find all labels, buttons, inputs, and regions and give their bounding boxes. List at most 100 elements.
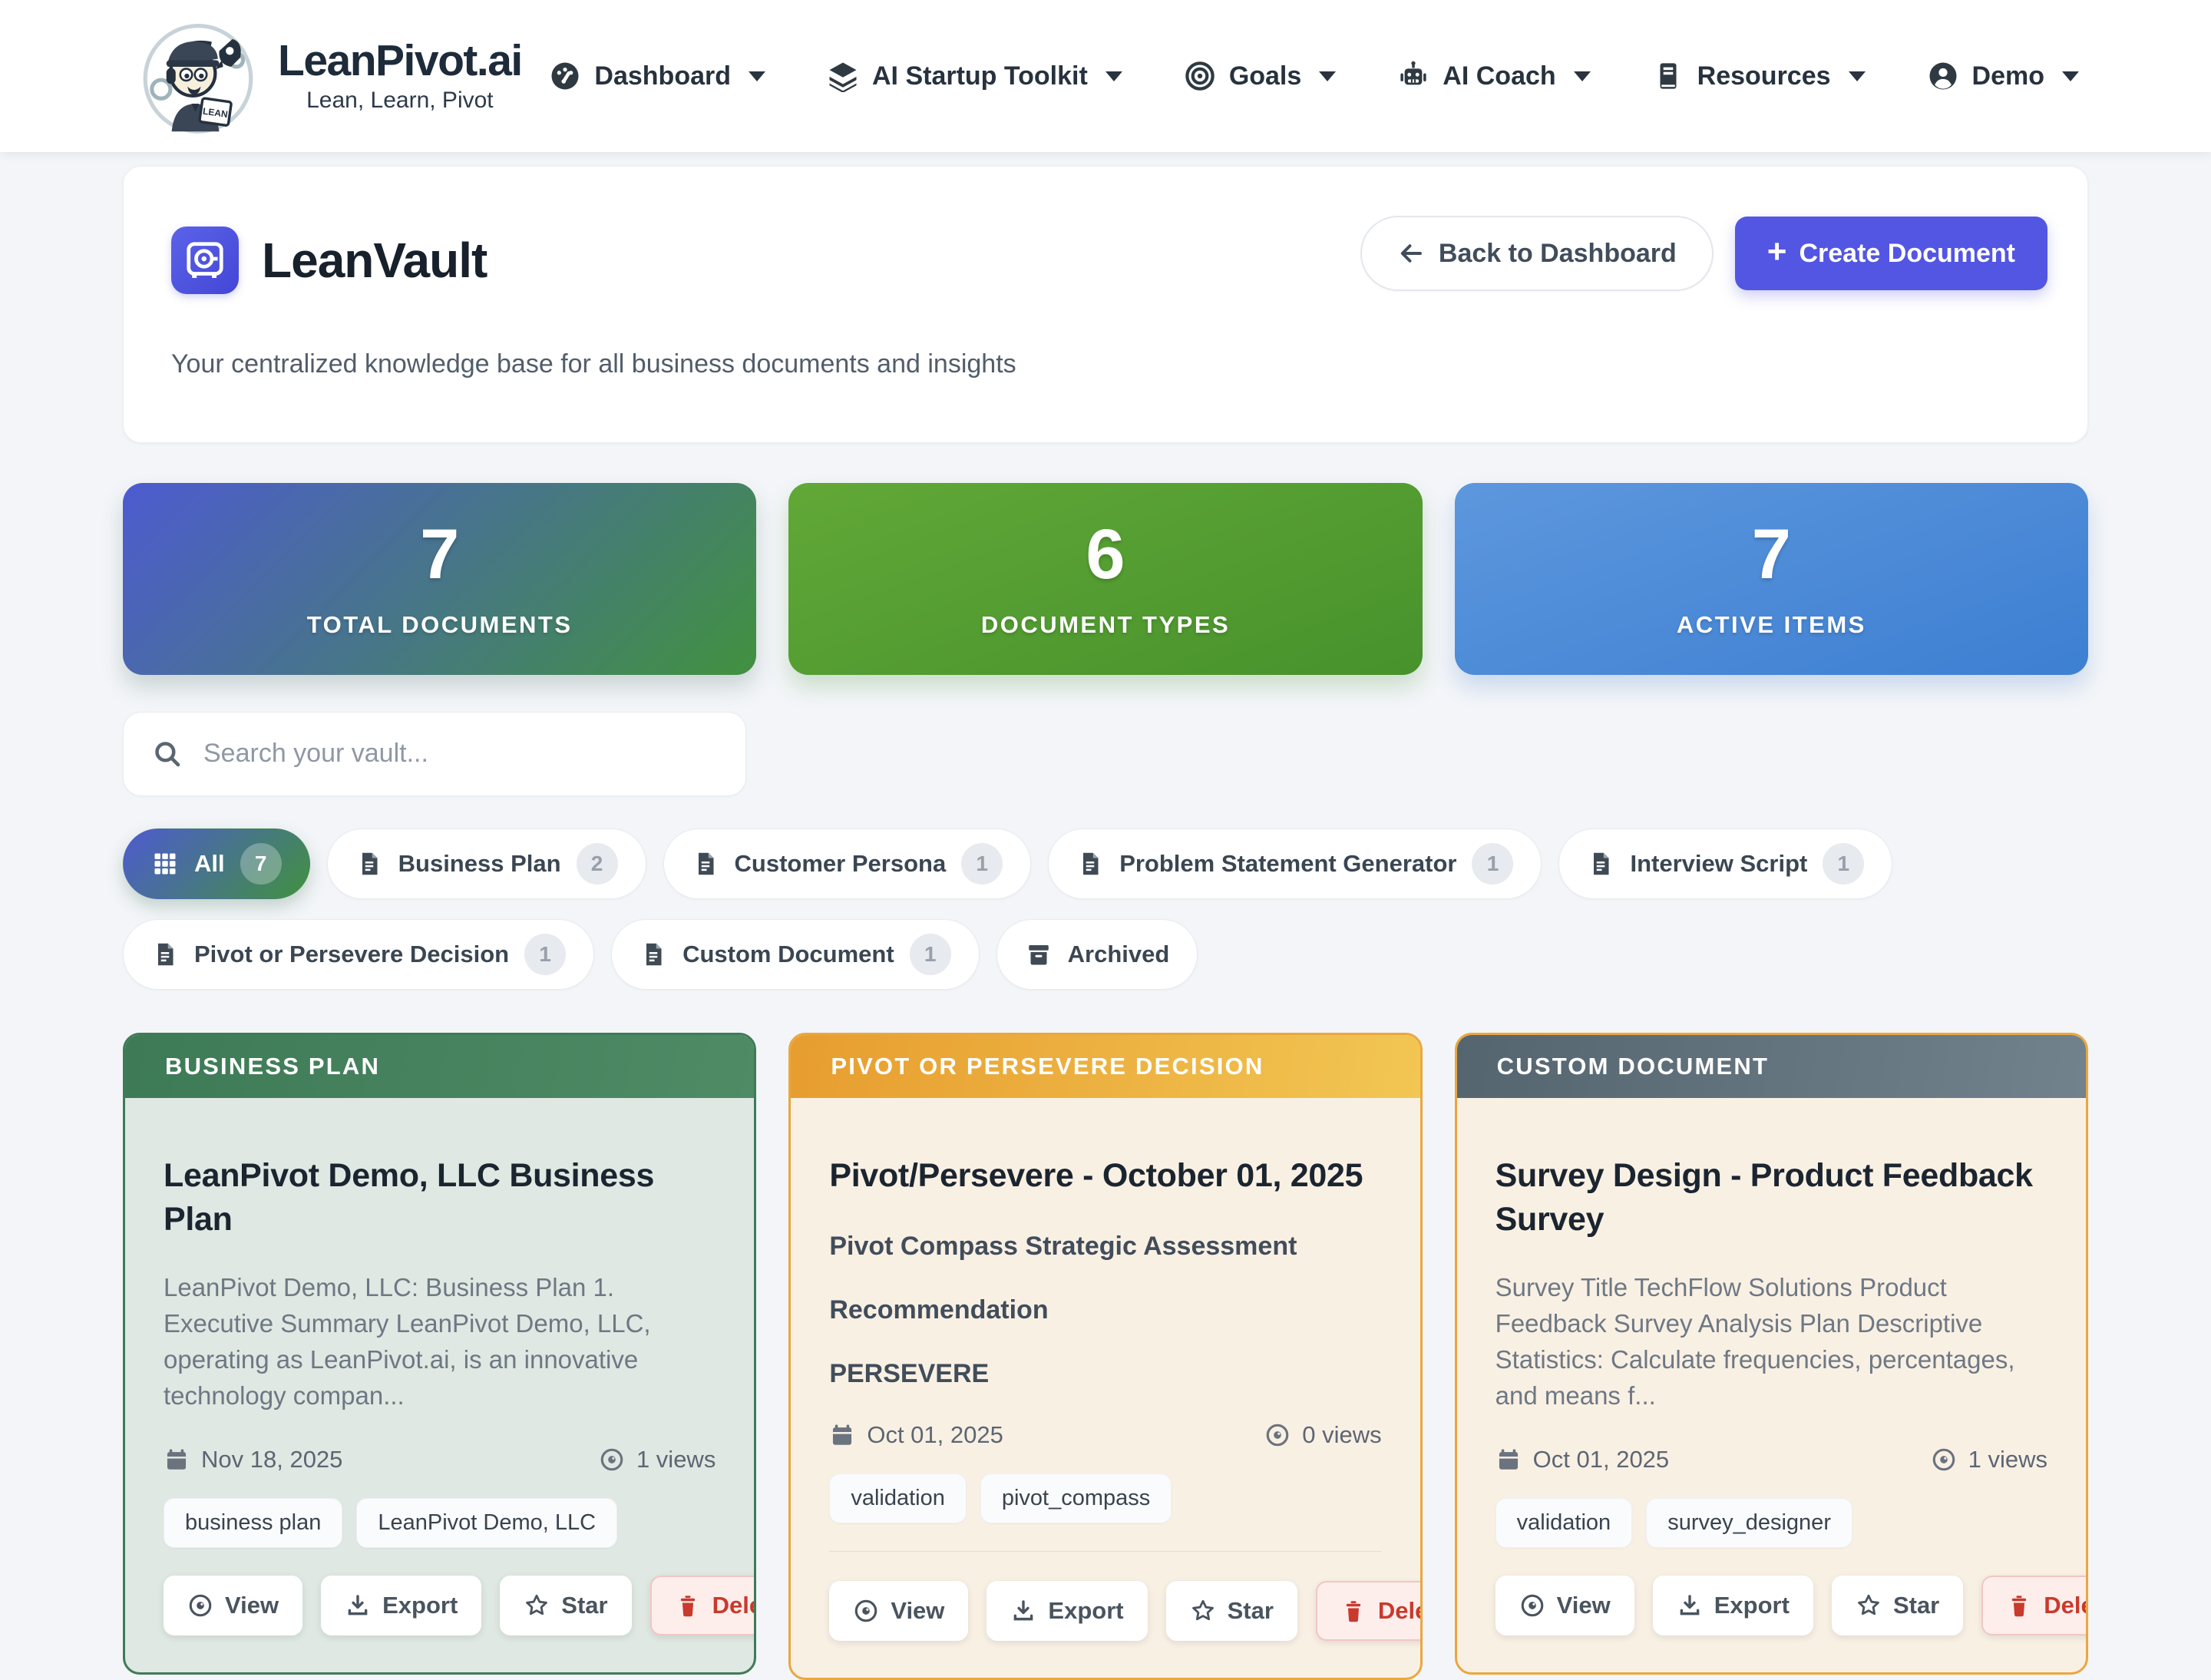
eye-icon xyxy=(599,1447,625,1473)
page-header-actions: Back to Dashboard + Create Document xyxy=(1360,216,2047,291)
filter-count-badge: 1 xyxy=(1823,843,1864,885)
tag: pivot_compass xyxy=(980,1473,1172,1523)
stat-card-total-documents: 7 TOTAL DOCUMENTS xyxy=(123,483,756,675)
stat-card-active-items: 7 ACTIVE ITEMS xyxy=(1455,483,2088,675)
trash-icon xyxy=(2006,1592,2032,1619)
nav-item-dashboard[interactable]: Dashboard xyxy=(549,60,765,92)
back-to-dashboard-button[interactable]: Back to Dashboard xyxy=(1360,216,1714,291)
filter-count-badge: 1 xyxy=(524,934,566,975)
filter-all[interactable]: All 7 xyxy=(123,828,310,899)
nav-menu: Dashboard AI Startup Toolkit Goals xyxy=(549,60,2079,92)
document-icon xyxy=(1076,850,1104,878)
card-type-header: PIVOT OR PERSEVERE DECISION xyxy=(791,1035,1419,1098)
stat-value: 6 xyxy=(1086,519,1125,590)
chevron-down-icon xyxy=(749,71,765,81)
star-icon xyxy=(524,1592,550,1619)
filter-interview-script[interactable]: Interview Script 1 xyxy=(1558,828,1892,899)
layers-icon xyxy=(827,60,859,92)
eye-icon xyxy=(1931,1447,1957,1473)
nav-item-toolkit[interactable]: AI Startup Toolkit xyxy=(827,60,1122,92)
filter-pivot-or-persevere[interactable]: Pivot or Persevere Decision 1 xyxy=(123,919,594,990)
document-card-survey-design: CUSTOM DOCUMENT Survey Design - Product … xyxy=(1455,1033,2088,1675)
stat-value: 7 xyxy=(420,519,459,590)
page-header-card: LeanVault Your centralized knowledge bas… xyxy=(123,166,2088,443)
document-summary-lines: Pivot Compass Strategic Assessment Recom… xyxy=(829,1232,1381,1389)
tag: business plan xyxy=(164,1498,342,1548)
star-button[interactable]: Star xyxy=(500,1576,631,1635)
export-button[interactable]: Export xyxy=(1653,1576,1813,1635)
create-document-button[interactable]: + Create Document xyxy=(1735,217,2047,290)
filter-count-badge: 7 xyxy=(240,843,282,885)
document-tags: validation survey_designer xyxy=(1495,1498,2047,1548)
delete-button[interactable]: Delete xyxy=(1981,1576,2088,1635)
nav-item-user[interactable]: Demo xyxy=(1927,60,2079,92)
tag: validation xyxy=(829,1473,967,1523)
export-button[interactable]: Export xyxy=(321,1576,481,1635)
document-actions: View Export Star xyxy=(164,1576,716,1635)
document-tags: business plan LeanPivot Demo, LLC xyxy=(164,1498,716,1548)
document-tags: validation pivot_compass xyxy=(829,1473,1381,1523)
card-type-header: BUSINESS PLAN xyxy=(125,1035,754,1098)
robot-icon xyxy=(1397,60,1429,92)
document-title: LeanPivot Demo, LLC Business Plan xyxy=(164,1154,716,1242)
filter-business-plan[interactable]: Business Plan 2 xyxy=(327,828,646,899)
document-title: Pivot/Persevere - October 01, 2025 xyxy=(829,1154,1381,1198)
filter-customer-persona[interactable]: Customer Persona 1 xyxy=(663,828,1032,899)
filter-custom-document[interactable]: Custom Document 1 xyxy=(611,919,980,990)
user-icon xyxy=(1927,60,1959,92)
summary-line: PERSEVERE xyxy=(829,1359,1381,1389)
document-description: LeanPivot Demo, LLC: Business Plan 1. Ex… xyxy=(164,1269,716,1414)
vault-icon xyxy=(171,227,239,294)
view-button[interactable]: View xyxy=(829,1581,968,1641)
top-nav: LEAN LeanPivot.ai Lean, Learn, Pivot Das… xyxy=(0,0,2211,152)
search-bar[interactable] xyxy=(123,712,746,796)
filter-pills: All 7 Business Plan 2 Customer Persona 1 xyxy=(123,828,2088,990)
chevron-down-icon xyxy=(1319,71,1336,81)
gauge-icon xyxy=(549,60,581,92)
chevron-down-icon xyxy=(1574,71,1591,81)
document-card-business-plan: BUSINESS PLAN LeanPivot Demo, LLC Busine… xyxy=(123,1033,756,1675)
tag: validation xyxy=(1495,1498,1633,1548)
document-date: Oct 01, 2025 xyxy=(829,1421,1003,1449)
chevron-down-icon xyxy=(1106,71,1122,81)
filter-archived[interactable]: Archived xyxy=(996,919,1198,990)
chevron-down-icon xyxy=(2062,71,2079,81)
nav-label-toolkit: AI Startup Toolkit xyxy=(872,61,1088,91)
nav-label-ai-coach: AI Coach xyxy=(1443,61,1555,91)
tag: LeanPivot Demo, LLC xyxy=(356,1498,617,1548)
stat-card-document-types: 6 DOCUMENT TYPES xyxy=(788,483,1422,675)
download-icon xyxy=(345,1592,371,1619)
nav-label-dashboard: Dashboard xyxy=(594,61,731,91)
document-icon xyxy=(355,850,383,878)
nav-item-goals[interactable]: Goals xyxy=(1184,60,1336,92)
search-input[interactable] xyxy=(202,738,718,769)
nav-item-resources[interactable]: Resources xyxy=(1652,60,1866,92)
nav-item-ai-coach[interactable]: AI Coach xyxy=(1397,60,1590,92)
document-date: Oct 01, 2025 xyxy=(1495,1446,1670,1473)
back-arrow-icon xyxy=(1397,240,1425,267)
filter-count-badge: 1 xyxy=(1472,843,1513,885)
document-cards-grid: BUSINESS PLAN LeanPivot Demo, LLC Busine… xyxy=(123,1033,2088,1680)
brand-logo[interactable]: LEAN LeanPivot.ai Lean, Learn, Pivot xyxy=(132,10,522,142)
view-button[interactable]: View xyxy=(164,1576,302,1635)
brand-tagline: Lean, Learn, Pivot xyxy=(306,88,494,114)
star-button[interactable]: Star xyxy=(1166,1581,1297,1641)
delete-button[interactable]: Delete xyxy=(1316,1581,1423,1641)
stat-label: ACTIVE ITEMS xyxy=(1677,611,1866,639)
delete-button[interactable]: Delete xyxy=(650,1576,757,1635)
star-button[interactable]: Star xyxy=(1832,1576,1963,1635)
document-description: Survey Title TechFlow Solutions Product … xyxy=(1495,1269,2047,1414)
page-subtitle: Your centralized knowledge base for all … xyxy=(171,349,1016,379)
nav-label-goals: Goals xyxy=(1229,61,1301,91)
eye-icon xyxy=(187,1592,213,1619)
summary-line: Pivot Compass Strategic Assessment xyxy=(829,1232,1381,1262)
summary-line: Recommendation xyxy=(829,1295,1381,1325)
page-title: LeanVault xyxy=(262,232,487,289)
export-button[interactable]: Export xyxy=(987,1581,1147,1641)
plus-icon: + xyxy=(1767,235,1787,269)
grid-icon xyxy=(151,850,179,878)
filter-problem-statement-generator[interactable]: Problem Statement Generator 1 xyxy=(1048,828,1542,899)
view-button[interactable]: View xyxy=(1495,1576,1634,1635)
document-icon xyxy=(151,941,179,968)
document-card-pivot-persevere: PIVOT OR PERSEVERE DECISION Pivot/Persev… xyxy=(788,1033,1422,1680)
